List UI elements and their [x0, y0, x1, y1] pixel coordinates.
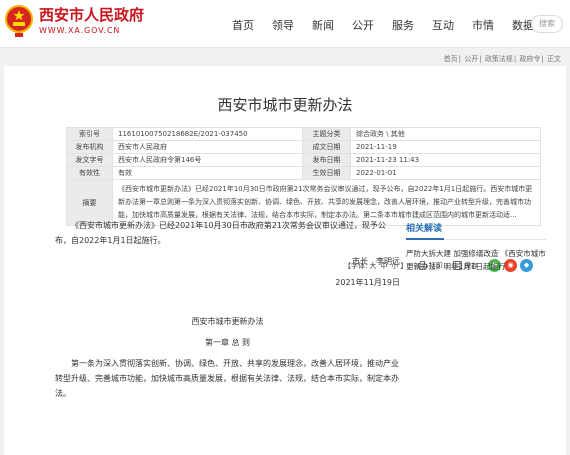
- site-name: 西安市人民政府: [39, 5, 145, 24]
- index-label: 索引号: [66, 127, 113, 141]
- nav-services[interactable]: 服务: [392, 17, 414, 33]
- nav-city-info[interactable]: 市情: [472, 17, 494, 33]
- nav-home[interactable]: 首页: [232, 17, 254, 33]
- main-nav: 首页 领导 新闻 公开 服务 互动 市情 数据: [232, 17, 534, 33]
- national-emblem-icon: [5, 5, 33, 37]
- docno-label: 发文字号: [66, 153, 113, 167]
- index-value: 11610100750218682E/2021-037450: [112, 127, 303, 141]
- article-body: 《西安市城市更新办法》已经2021年10月30日市政府第21次常务会议审议通过，…: [55, 218, 400, 401]
- related-link[interactable]: 严防大拆大建 加强修缮改造 《西安市城市更新办法》明年1月1日起施行: [406, 247, 546, 273]
- related-interpretation: 相关解读 严防大拆大建 加强修缮改造 《西安市城市更新办法》明年1月1日起施行: [406, 221, 546, 273]
- document-title: 西安市城市更新办法: [191, 317, 264, 326]
- page-title: 西安市城市更新办法: [217, 96, 353, 114]
- formed-date-label: 成文日期: [302, 140, 351, 154]
- chapter-title: 第一章 总 则: [204, 338, 251, 347]
- published-date-value: 2021-11-23 11:43: [350, 153, 541, 167]
- category-label: 主题分类: [302, 127, 351, 141]
- issuer-value: 西安市人民政府: [112, 140, 303, 154]
- breadcrumb-current: 正文: [547, 55, 561, 63]
- formed-date-value: 2021-11-19: [350, 140, 541, 154]
- breadcrumb-home[interactable]: 首页: [444, 55, 458, 63]
- effective-date-label: 生效日期: [302, 166, 351, 180]
- site-url: WWW.XA.GOV.CN: [39, 25, 121, 35]
- site-logo[interactable]: 西安市人民政府 WWW.XA.GOV.CN: [4, 4, 144, 38]
- breadcrumb-decree[interactable]: 政府令: [519, 55, 540, 63]
- site-header: 西安市人民政府 WWW.XA.GOV.CN 首页 领导 新闻 公开 服务 互动 …: [0, 0, 570, 48]
- effective-date-value: 2022-01-01: [350, 166, 541, 180]
- breadcrumb: 首页| 公开| 政策法规| 政府令| 正文: [443, 55, 561, 63]
- category-value: 综合政务 \ 其他: [350, 127, 541, 141]
- nav-news[interactable]: 新闻: [312, 17, 334, 33]
- nav-public[interactable]: 公开: [352, 17, 374, 33]
- validity-value: 有效: [112, 166, 303, 180]
- published-date-label: 发布日期: [302, 153, 351, 167]
- validity-label: 有效性: [66, 166, 113, 180]
- breadcrumb-policy[interactable]: 政策法规: [485, 55, 513, 63]
- article-one: 第一条为深入贯彻落实创新、协调、绿色、开放、共享的发展理念，改善人居环境，推动产…: [55, 359, 399, 398]
- search-button[interactable]: 搜索: [531, 15, 563, 33]
- article-card: 西安市城市更新办法 索引号 11610100750218682E/2021-03…: [4, 66, 566, 455]
- breadcrumb-public[interactable]: 公开: [464, 55, 478, 63]
- nav-interaction[interactable]: 互动: [432, 17, 454, 33]
- signing-date: 2021年11月19日: [335, 278, 400, 287]
- intro-paragraph: 《西安市城市更新办法》已经2021年10月30日市政府第21次常务会议审议通过，…: [55, 221, 386, 245]
- related-title: 相关解读: [406, 221, 546, 240]
- document-meta-table: 索引号 11610100750218682E/2021-037450 主题分类 …: [66, 127, 541, 226]
- nav-leaders[interactable]: 领导: [272, 17, 294, 33]
- issuer-label: 发布机构: [66, 140, 113, 154]
- signature: 市长 李明远: [352, 257, 400, 266]
- docno-value: 西安市人民政府令第146号: [112, 153, 303, 167]
